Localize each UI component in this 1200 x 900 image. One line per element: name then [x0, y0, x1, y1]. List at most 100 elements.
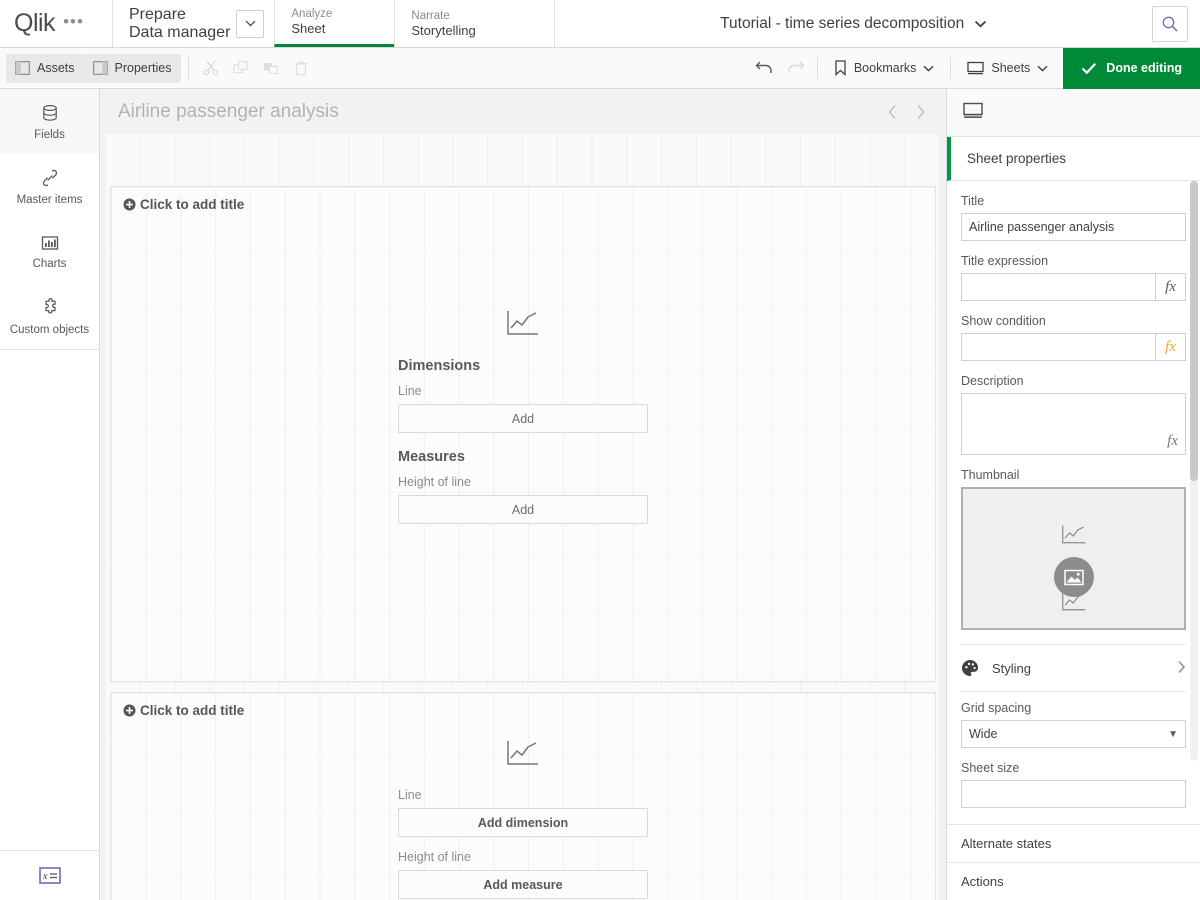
styling-chevron-wrapper	[1177, 660, 1186, 677]
properties-scrollbar-track[interactable]	[1190, 181, 1198, 761]
tab-sheet-properties[interactable]	[963, 102, 983, 124]
redo-icon	[785, 59, 805, 77]
thumbnail-preview[interactable]	[961, 487, 1186, 630]
description-label: Description	[961, 374, 1186, 388]
properties-panel: Sheet properties Title Title expression …	[946, 89, 1200, 900]
qlik-sense-sheet-editor: Qlik ••• Prepare Data manager Analyze Sh…	[0, 0, 1200, 900]
assets-label: Assets	[37, 61, 75, 75]
chart-1-add-measure-button[interactable]: Add	[398, 495, 648, 524]
title-field-group: Title	[961, 181, 1186, 241]
next-sheet-button[interactable]	[906, 98, 934, 126]
chart-2-add-title-button[interactable]: Click to add title	[111, 693, 935, 718]
sheet-grid[interactable]: Click to add title Dimensions Line Add	[106, 134, 940, 900]
bar-chart-icon	[40, 234, 60, 252]
chart-1-add-title-label: Click to add title	[140, 197, 244, 212]
chart-1-add-dimension-button[interactable]: Add	[398, 404, 648, 433]
sidebar-item-charts-label: Charts	[33, 258, 67, 270]
undo-icon	[755, 59, 775, 77]
nav-narrate-label: Storytelling	[411, 23, 538, 39]
sheet-title: Airline passenger analysis	[118, 101, 878, 123]
description-group: Description fx	[961, 361, 1186, 455]
sidebar-item-fields[interactable]: Fields	[0, 89, 99, 154]
sidebar-item-custom-objects-label: Custom objects	[10, 324, 89, 336]
title-expression-group: Title expression fx	[961, 241, 1186, 301]
chevron-down-icon	[1037, 65, 1048, 72]
properties-scrollbar-thumb[interactable]	[1190, 181, 1198, 481]
sheet-canvas-area: Airline passenger analysis	[100, 89, 946, 900]
toolbar-divider-2	[817, 57, 818, 79]
properties-panel-body: Title Title expression fx Show condition…	[947, 181, 1200, 808]
nav-section-prepare[interactable]: Prepare Data manager	[112, 0, 274, 47]
app-title-zone[interactable]: Tutorial - time series decomposition	[554, 0, 1152, 47]
search-button[interactable]	[1152, 6, 1188, 42]
check-icon	[1081, 62, 1097, 75]
show-condition-label: Show condition	[961, 314, 1186, 328]
paste-icon	[263, 60, 279, 76]
alternate-states-accordion[interactable]: Alternate states	[947, 824, 1200, 862]
chart-2-add-measure-button[interactable]: Add measure	[398, 870, 648, 899]
more-options-button[interactable]: •••	[63, 13, 84, 34]
title-expression-label: Title expression	[961, 254, 1186, 268]
title-expression-input[interactable]	[961, 273, 1155, 301]
bookmarks-button[interactable]: Bookmarks	[825, 54, 944, 83]
sheet-size-select[interactable]	[961, 780, 1186, 808]
nav-section-narrate[interactable]: Narrate Storytelling	[394, 0, 554, 47]
chart-2-dimension-label: Line	[398, 788, 648, 802]
copy-button[interactable]	[226, 54, 256, 83]
sidebar-item-master-items[interactable]: Master items	[0, 154, 99, 219]
cut-button[interactable]	[196, 54, 226, 83]
grid-spacing-group: Grid spacing Wide ▼	[961, 692, 1186, 748]
chart-placeholder-1[interactable]: Click to add title Dimensions Line Add	[110, 186, 936, 682]
puzzle-icon	[39, 298, 61, 318]
toolbar-divider-3	[950, 57, 951, 79]
plus-circle-icon	[123, 704, 136, 717]
previous-sheet-button[interactable]	[878, 98, 906, 126]
chart-2-add-dimension-button[interactable]: Add dimension	[398, 808, 648, 837]
copy-icon	[233, 60, 249, 76]
database-icon	[40, 103, 60, 123]
title-expression-fx-button[interactable]: fx	[1155, 273, 1186, 301]
grid-spacing-select[interactable]: Wide ▼	[961, 720, 1186, 748]
nav-section-analyze[interactable]: Analyze Sheet	[274, 0, 394, 47]
properties-toggle-button[interactable]: Properties	[84, 54, 181, 83]
styling-row[interactable]: Styling	[961, 644, 1186, 692]
sidebar-item-fields-label: Fields	[34, 129, 65, 141]
properties-tabbar	[947, 89, 1200, 137]
assets-toggle-button[interactable]: Assets	[6, 54, 84, 83]
thumbnail-media-button[interactable]	[1054, 557, 1094, 597]
delete-button[interactable]	[286, 54, 316, 83]
show-condition-fx-button[interactable]: fx	[1155, 333, 1186, 361]
description-fx-button[interactable]: fx	[1167, 433, 1178, 450]
description-input[interactable]: fx	[961, 393, 1186, 455]
image-icon	[1064, 569, 1084, 586]
chart-1-add-title-button[interactable]: Click to add title	[111, 187, 935, 212]
paste-button[interactable]	[256, 54, 286, 83]
chevron-left-icon	[887, 104, 898, 120]
chart-2-fields-block: Line Add dimension Height of line Add me…	[398, 788, 648, 899]
chart-2-measure-label: Height of line	[398, 850, 648, 864]
done-editing-button[interactable]: Done editing	[1063, 48, 1200, 89]
chart-1-placeholder-body: Dimensions Line Add Measures Height of l…	[111, 309, 935, 524]
title-input[interactable]	[961, 213, 1186, 241]
sidebar-item-custom-objects[interactable]: Custom objects	[0, 284, 99, 349]
undo-button[interactable]	[750, 54, 780, 83]
sheets-button[interactable]: Sheets	[958, 54, 1057, 83]
chevron-right-icon	[915, 104, 926, 120]
redo-button[interactable]	[780, 54, 810, 83]
edit-toolbar: Assets Properties	[0, 48, 1200, 89]
variables-button[interactable]: x	[0, 850, 99, 900]
prepare-dropdown-button[interactable]	[236, 10, 264, 38]
show-condition-input[interactable]	[961, 333, 1155, 361]
properties-accordion-group: Alternate states Actions	[947, 824, 1200, 900]
chevron-right-icon	[1177, 660, 1186, 674]
chevron-down-icon[interactable]	[974, 20, 987, 28]
sidebar-item-charts[interactable]: Charts	[0, 219, 99, 284]
qlik-logo: Qlik	[14, 11, 55, 36]
sheet-size-label: Sheet size	[961, 761, 1186, 775]
panel-left-icon	[15, 61, 30, 75]
nav-prepare-label: Data manager	[129, 24, 230, 42]
actions-accordion[interactable]: Actions	[947, 862, 1200, 900]
chart-placeholder-2[interactable]: Click to add title Line Add dimension He…	[110, 692, 936, 900]
thumbnail-group: Thumbnail	[961, 455, 1186, 630]
app-title: Tutorial - time series decomposition	[720, 15, 964, 33]
